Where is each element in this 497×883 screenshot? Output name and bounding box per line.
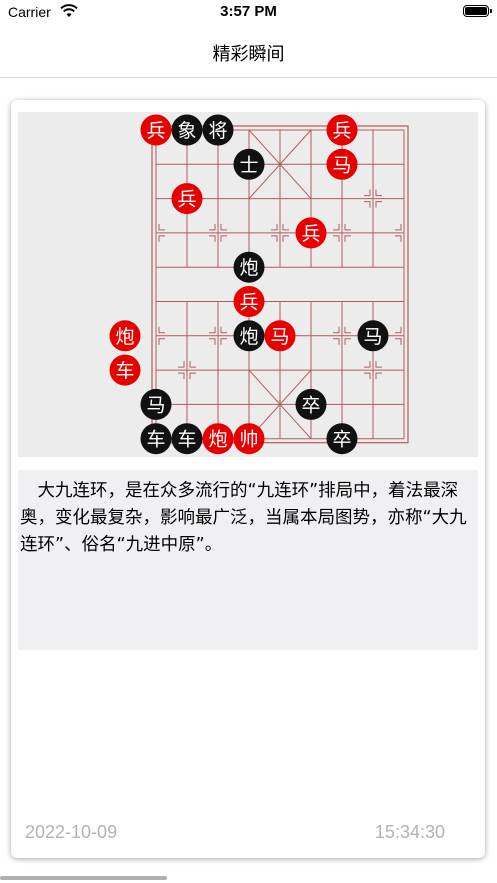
board-marker — [375, 372, 382, 380]
board-marker — [282, 235, 289, 242]
board-marker — [220, 338, 227, 345]
board-marker — [282, 223, 289, 231]
black-piece-label: 象 — [177, 120, 196, 142]
status-time: 3:57 PM — [220, 3, 277, 20]
board-marker — [395, 326, 402, 334]
board-marker — [271, 235, 278, 242]
red-piece-label: 兵 — [146, 120, 165, 142]
board-marker — [364, 189, 371, 197]
black-piece-label: 车 — [146, 429, 165, 451]
board-marker — [364, 361, 371, 368]
red-piece-label: 帅 — [239, 429, 258, 451]
black-piece-label: 马 — [146, 394, 165, 416]
board-marker — [344, 338, 351, 345]
board-marker — [395, 338, 402, 345]
red-piece-label: 炮 — [208, 429, 227, 451]
red-piece-label: 兵 — [332, 120, 351, 142]
red-piece-label: 炮 — [115, 326, 134, 348]
board-marker — [333, 223, 340, 231]
black-piece-label: 士 — [239, 154, 258, 176]
red-piece-label: 车 — [115, 360, 134, 382]
black-piece-label: 车 — [177, 429, 196, 451]
board-marker — [375, 201, 382, 208]
black-piece-label: 卒 — [301, 394, 320, 416]
description-box: 大九连环，是在众多流行的“九连环”排局中，着法最深奥，变化最复杂，影响最广泛，当… — [18, 470, 478, 650]
board-marker — [220, 235, 227, 242]
red-piece-label: 马 — [332, 154, 351, 176]
board-marker — [209, 223, 216, 231]
red-piece-label: 兵 — [177, 189, 196, 211]
board-marker — [220, 326, 227, 334]
board-marker — [189, 361, 196, 368]
board-marker — [158, 223, 165, 231]
board-marker — [189, 372, 196, 380]
board-marker — [158, 326, 165, 334]
page-title: 精彩瞬间 — [212, 44, 285, 65]
status-bar: Carrier 3:57 PM — [0, 0, 497, 26]
moment-card[interactable]: 兵象将兵士马兵兵炮兵炮炮马马车马卒车车炮帅卒 大九连环，是在众多流行的“九连环”… — [11, 100, 485, 858]
board-marker — [178, 361, 185, 368]
black-piece-label: 炮 — [239, 326, 258, 348]
board-marker — [333, 326, 340, 334]
red-piece-label: 马 — [270, 326, 289, 348]
board-marker — [209, 326, 216, 334]
board-marker — [271, 223, 278, 231]
board-marker — [178, 372, 185, 380]
black-piece-label: 炮 — [239, 257, 258, 279]
board-marker — [375, 361, 382, 368]
navigation-bar: 精彩瞬间 — [0, 26, 497, 78]
black-piece-label: 卒 — [332, 429, 351, 451]
board-marker — [364, 372, 371, 380]
board-marker — [333, 338, 340, 345]
board-marker — [220, 223, 227, 231]
board-marker — [209, 338, 216, 345]
board-marker — [209, 235, 216, 242]
board-marker — [158, 338, 165, 345]
date-label: 2022-10-09 — [25, 822, 118, 842]
board-marker — [344, 235, 351, 242]
black-piece-label: 将 — [208, 120, 227, 142]
home-indicator — [0, 876, 167, 880]
board-marker — [344, 223, 351, 231]
board-marker — [364, 201, 371, 208]
black-piece-label: 马 — [363, 326, 382, 348]
board-marker — [158, 235, 165, 242]
description-text: 大九连环，是在众多流行的“九连环”排局中，着法最深奥，变化最复杂，影响最广泛，当… — [20, 481, 467, 555]
board-marker — [395, 223, 402, 231]
board-marker — [344, 326, 351, 334]
board-marker — [375, 189, 382, 197]
board-marker — [333, 235, 340, 242]
red-piece-label: 兵 — [239, 292, 258, 314]
chess-board-image: 兵象将兵士马兵兵炮兵炮炮马马车马卒车车炮帅卒 — [18, 112, 478, 457]
battery-icon — [463, 5, 492, 17]
xiangqi-board: 兵象将兵士 马兵兵炮兵炮炮马马车马 卒车车炮帅卒 — [109, 114, 409, 455]
time-label: 15:34:30 — [374, 822, 445, 842]
red-piece-label: 兵 — [301, 223, 320, 245]
board-marker — [395, 235, 402, 242]
